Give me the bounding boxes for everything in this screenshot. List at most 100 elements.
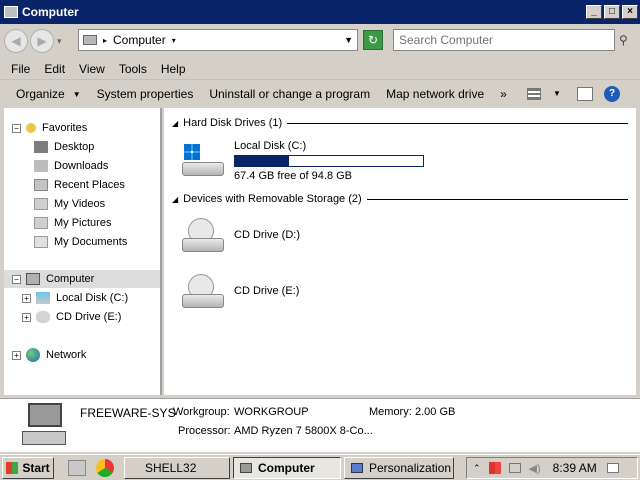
network-globe-icon bbox=[26, 348, 40, 362]
window-title: Computer bbox=[22, 5, 79, 19]
downloads-icon bbox=[34, 160, 48, 172]
tree-label: My Pictures bbox=[54, 217, 112, 229]
section-title: Hard Disk Drives (1) bbox=[183, 117, 283, 129]
network-icon[interactable] bbox=[508, 463, 521, 473]
computer-icon bbox=[240, 462, 252, 473]
sidebar-item-recent-places[interactable]: Recent Places bbox=[34, 176, 125, 194]
pictures-icon bbox=[34, 217, 48, 229]
local-disk-item[interactable]: Local Disk (C:) 67.4 GB free of 94.8 GB bbox=[180, 140, 424, 182]
tree-network[interactable]: + Network bbox=[12, 346, 86, 364]
tree-computer[interactable]: − Computer bbox=[12, 270, 94, 288]
show-desktop-icon[interactable] bbox=[68, 459, 86, 476]
show-desktop-icon[interactable] bbox=[606, 463, 619, 473]
cd-drive-icon bbox=[180, 216, 226, 254]
title-bar[interactable]: Computer _ □ × bbox=[0, 0, 640, 24]
tray-expand-icon[interactable]: ⌃ bbox=[473, 463, 481, 474]
tree-local-disk[interactable]: + Local Disk (C:) bbox=[22, 289, 128, 307]
change-view-icon[interactable] bbox=[527, 88, 541, 100]
clock[interactable]: 8:39 AM bbox=[553, 461, 597, 475]
view-options-chevron-icon[interactable]: ▼ bbox=[553, 89, 561, 98]
minimize-button[interactable]: _ bbox=[586, 5, 602, 19]
navigation-pane: − Favorites Desktop Downloads Recent Pla… bbox=[4, 108, 162, 395]
uninstall-program-button[interactable]: Uninstall or change a program bbox=[201, 87, 378, 101]
workgroup-label: Workgroup: bbox=[173, 406, 230, 418]
sidebar-item-downloads[interactable]: Downloads bbox=[34, 157, 108, 175]
address-text: Computer bbox=[113, 33, 166, 47]
action-center-flag-icon[interactable] bbox=[488, 462, 501, 474]
chrome-icon[interactable] bbox=[96, 458, 114, 477]
search-input[interactable] bbox=[393, 29, 615, 51]
task-label: SHELL32 bbox=[145, 460, 197, 475]
forward-button[interactable]: ▶ bbox=[30, 29, 54, 53]
menu-view[interactable]: View bbox=[72, 62, 112, 76]
sidebar-item-my-pictures[interactable]: My Pictures bbox=[34, 214, 111, 232]
menu-help[interactable]: Help bbox=[154, 62, 193, 76]
taskbar-shell32[interactable]: SHELL32 bbox=[124, 456, 230, 479]
taskbar: Start SHELL32 Computer Personalization ⌃… bbox=[0, 454, 640, 480]
processor-label: Processor: bbox=[178, 425, 231, 437]
cd-drive-icon bbox=[180, 272, 226, 310]
menu-edit[interactable]: Edit bbox=[37, 62, 72, 76]
taskbar-computer[interactable]: Computer bbox=[233, 456, 341, 479]
maximize-button[interactable]: □ bbox=[604, 5, 620, 19]
tree-label: Recent Places bbox=[54, 179, 125, 191]
back-button[interactable]: ◀ bbox=[4, 29, 28, 53]
videos-icon bbox=[34, 198, 48, 210]
tree-label: Computer bbox=[46, 273, 95, 285]
collapse-group-icon[interactable]: ◢ bbox=[172, 119, 178, 128]
organize-button[interactable]: Organize ▼ bbox=[8, 87, 89, 101]
more-commands-button[interactable]: » bbox=[492, 87, 515, 101]
menu-bar: File Edit View Tools Help bbox=[0, 58, 640, 80]
collapse-icon[interactable]: − bbox=[12, 274, 21, 284]
hard-drive-icon bbox=[36, 292, 50, 304]
taskbar-personalization[interactable]: Personalization bbox=[344, 456, 454, 479]
recent-pages-chevron-icon[interactable]: ▾ bbox=[57, 36, 62, 47]
address-dropdown-icon[interactable]: ▼ bbox=[344, 35, 353, 45]
cd-drive-d-item[interactable]: CD Drive (D:) bbox=[180, 216, 300, 254]
tree-cd-drive[interactable]: + CD Drive (E:) bbox=[22, 308, 121, 326]
cd-drive-icon bbox=[36, 311, 50, 323]
breadcrumb-arrow-icon[interactable]: ▸ bbox=[103, 36, 107, 45]
collapse-icon[interactable]: − bbox=[12, 123, 21, 133]
menu-tools[interactable]: Tools bbox=[112, 62, 154, 76]
volume-icon[interactable]: ◀) bbox=[529, 462, 541, 475]
computer-icon bbox=[4, 6, 18, 18]
expand-icon[interactable]: + bbox=[12, 350, 21, 360]
tree-label: My Videos bbox=[54, 198, 106, 210]
tree-label: Favorites bbox=[42, 122, 88, 134]
personalization-icon bbox=[351, 462, 363, 473]
collapse-group-icon[interactable]: ◢ bbox=[172, 195, 178, 204]
preview-pane-icon[interactable] bbox=[577, 87, 593, 101]
menu-file[interactable]: File bbox=[4, 62, 37, 76]
address-bar[interactable]: ▸ Computer ▾ ▼ bbox=[78, 29, 358, 51]
hard-disk-drives-header[interactable]: ◢ Hard Disk Drives (1) bbox=[172, 117, 628, 129]
sidebar-item-my-documents[interactable]: My Documents bbox=[34, 233, 127, 251]
drive-name: Local Disk (C:) bbox=[234, 140, 307, 152]
refresh-button[interactable]: ↻ bbox=[363, 30, 383, 50]
close-button[interactable]: × bbox=[622, 5, 638, 19]
memory-label: Memory: bbox=[369, 406, 412, 418]
task-label: Personalization bbox=[369, 460, 452, 475]
tree-label: Local Disk (C:) bbox=[56, 292, 129, 304]
sidebar-item-my-videos[interactable]: My Videos bbox=[34, 195, 105, 213]
tree-favorites[interactable]: − Favorites bbox=[12, 119, 87, 137]
system-tray: ⌃ ◀) 8:39 AM bbox=[466, 457, 638, 479]
tree-label: CD Drive (E:) bbox=[56, 311, 122, 323]
cd-drive-e-item[interactable]: CD Drive (E:) bbox=[180, 272, 299, 310]
start-button[interactable]: Start bbox=[2, 456, 54, 479]
map-network-drive-button[interactable]: Map network drive bbox=[378, 87, 492, 101]
breadcrumb-chevron-icon[interactable]: ▾ bbox=[172, 36, 176, 45]
sidebar-item-desktop[interactable]: Desktop bbox=[34, 138, 94, 156]
tree-label: My Documents bbox=[54, 236, 128, 248]
command-bar: Organize ▼ System properties Uninstall or… bbox=[0, 81, 640, 107]
tree-label: Desktop bbox=[54, 141, 95, 153]
computer-icon bbox=[26, 273, 40, 285]
removable-storage-header[interactable]: ◢ Devices with Removable Storage (2) bbox=[172, 193, 628, 205]
search-icon[interactable]: ⚲ bbox=[619, 33, 628, 47]
expand-icon[interactable]: + bbox=[22, 293, 31, 303]
expand-icon[interactable]: + bbox=[22, 312, 31, 322]
computer-icon bbox=[22, 403, 68, 447]
help-icon[interactable]: ? bbox=[604, 86, 620, 102]
system-properties-button[interactable]: System properties bbox=[89, 87, 202, 101]
content-pane: ◢ Hard Disk Drives (1) Local Disk (C:) 6… bbox=[164, 108, 636, 395]
